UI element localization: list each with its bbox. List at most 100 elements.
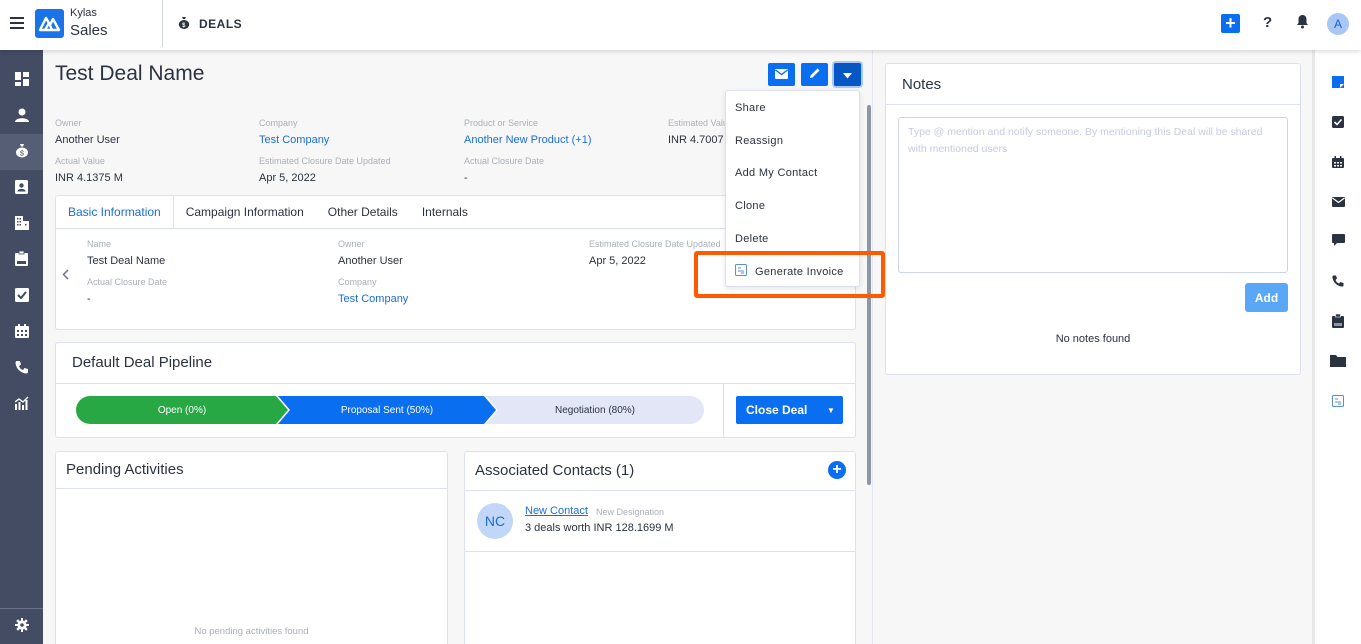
sidebar-item-calls[interactable]	[0, 350, 43, 386]
edit-button[interactable]	[801, 63, 828, 86]
caret-down-icon	[843, 68, 852, 82]
add-note-button[interactable]: Add	[1245, 283, 1288, 312]
info-field-owner: Owner Another User	[338, 239, 403, 267]
sidebar-item-tasks[interactable]	[0, 278, 43, 314]
menu-item-generate-invoice[interactable]: Generate Invoice	[726, 255, 859, 288]
kylas-logo[interactable]	[35, 9, 64, 38]
contact-deals-summary: 3 deals worth INR 128.1699 M	[525, 522, 674, 534]
divider	[465, 490, 855, 491]
right-sidebar-notes[interactable]	[1315, 68, 1361, 98]
right-sidebar-quotes[interactable]	[1315, 307, 1361, 337]
field-company: Company Test Company	[259, 118, 330, 146]
divider	[886, 104, 1300, 105]
money-bag-icon: $	[15, 143, 29, 161]
task-check-icon	[14, 287, 29, 305]
menu-item-delete[interactable]: Delete	[726, 222, 859, 255]
menu-item-add-my-contact[interactable]: Add My Contact	[726, 156, 859, 189]
add-contact-button[interactable]: +	[828, 461, 846, 479]
main-scrollbar[interactable]	[867, 105, 871, 485]
pipeline-card: Default Deal Pipeline Open (0%) Proposal…	[55, 342, 856, 438]
menu-item-clone[interactable]: Clone	[726, 189, 859, 222]
sidebar-item-calendar[interactable]	[0, 314, 43, 350]
deal-title: Test Deal Name	[55, 62, 205, 85]
sidebar-item-companies[interactable]	[0, 206, 43, 242]
info-field-name: Name Test Deal Name	[87, 239, 166, 267]
field-estimated-closure-date: Estimated Closure Date Updated Apr 5, 20…	[259, 156, 391, 184]
info-field-company: Company Test Company	[338, 277, 409, 305]
envelope-icon	[775, 68, 788, 82]
tab-campaign-information[interactable]: Campaign Information	[174, 196, 316, 228]
tab-basic-information[interactable]: Basic Information	[56, 196, 174, 228]
module-title: $ DEALS	[178, 16, 242, 32]
product-link[interactable]: Another New Product (+1)	[464, 134, 591, 146]
right-sidebar-tasks[interactable]	[1315, 108, 1361, 138]
menu-item-share[interactable]: Share	[726, 91, 859, 124]
caret-down-icon[interactable]: ▼	[819, 406, 843, 415]
contact-name-link[interactable]: New Contact	[525, 505, 588, 517]
divider	[465, 551, 855, 552]
svg-text:$: $	[182, 23, 186, 29]
bell-icon[interactable]	[1296, 14, 1309, 32]
tab-other-details[interactable]: Other Details	[316, 196, 410, 228]
actions-dropdown-menu: Share Reassign Add My Contact Clone Dele…	[725, 90, 860, 287]
associated-contacts-title: Associated Contacts (1)	[475, 462, 635, 479]
divider	[56, 488, 447, 489]
email-button[interactable]	[768, 63, 795, 86]
sidebar-item-contacts[interactable]	[0, 170, 43, 206]
sidebar-item-quotes[interactable]	[0, 242, 43, 278]
info-field-estimated-closure-date: Estimated Closure Date Updated Apr 5, 20…	[589, 239, 721, 267]
user-avatar[interactable]: A	[1327, 13, 1349, 35]
more-actions-button[interactable]	[834, 63, 861, 86]
pending-activities-title: Pending Activities	[66, 461, 184, 478]
stage-negotiation[interactable]: Negotiation (80%)	[486, 396, 704, 424]
empty-message: No pending activities found	[194, 626, 309, 637]
tab-internals[interactable]: Internals	[410, 196, 480, 228]
building-icon	[14, 215, 29, 233]
field-estimated-value: Estimated Value INR 4.7007	[668, 118, 725, 146]
pencil-icon	[809, 67, 821, 82]
contact-avatar: NC	[477, 503, 513, 539]
divider	[162, 0, 163, 47]
help-icon[interactable]: ?	[1263, 14, 1272, 31]
divider	[56, 383, 855, 384]
folder-icon	[1330, 354, 1346, 370]
sidebar-item-settings[interactable]	[0, 608, 43, 644]
brand-name: Kylas	[70, 7, 97, 19]
pending-activities-card: Pending Activities No pending activities…	[55, 451, 448, 644]
right-sidebar-documents[interactable]	[1315, 347, 1361, 377]
gear-icon	[14, 618, 29, 635]
clipboard-icon	[1332, 313, 1344, 331]
right-sidebar-email[interactable]	[1315, 188, 1361, 218]
chat-icon	[1331, 233, 1345, 249]
field-product: Product or Service Another New Product (…	[464, 118, 592, 146]
calendar-icon	[1332, 155, 1344, 171]
notes-input[interactable]	[898, 117, 1288, 273]
clipboard-icon	[15, 250, 28, 269]
notes-card: Notes Add No notes found	[885, 63, 1301, 375]
right-sidebar-calls[interactable]	[1315, 267, 1361, 297]
sidebar-item-reports[interactable]	[0, 386, 43, 422]
right-sidebar	[1312, 50, 1361, 644]
right-sidebar-calendar[interactable]	[1315, 148, 1361, 178]
right-sidebar-invoices[interactable]	[1315, 387, 1361, 417]
calendar-icon	[14, 323, 29, 341]
company-link[interactable]: Test Company	[259, 134, 329, 146]
company-link[interactable]: Test Company	[338, 293, 408, 305]
phone-icon	[1332, 275, 1344, 290]
stage-proposal-sent[interactable]: Proposal Sent (50%)	[278, 396, 496, 424]
hamburger-menu-icon[interactable]	[10, 17, 24, 29]
right-sidebar-chat[interactable]	[1315, 226, 1361, 256]
chevron-left-icon[interactable]	[62, 269, 69, 283]
divider	[723, 384, 724, 438]
stage-open[interactable]: Open (0%)	[76, 396, 288, 424]
pipeline-title: Default Deal Pipeline	[72, 354, 213, 371]
sidebar-item-dashboard[interactable]	[0, 62, 43, 98]
sidebar-item-deals[interactable]: $	[0, 134, 43, 170]
quick-add-button[interactable]: +	[1221, 14, 1240, 33]
sidebar-item-users[interactable]	[0, 98, 43, 134]
info-field-actual-closure-date: Actual Closure Date -	[87, 277, 168, 305]
menu-item-reassign[interactable]: Reassign	[726, 124, 859, 157]
close-deal-button[interactable]: Close Deal ▼	[736, 396, 843, 424]
field-actual-closure-date: Actual Closure Date -	[464, 156, 545, 184]
contact-designation: New Designation	[596, 507, 665, 517]
